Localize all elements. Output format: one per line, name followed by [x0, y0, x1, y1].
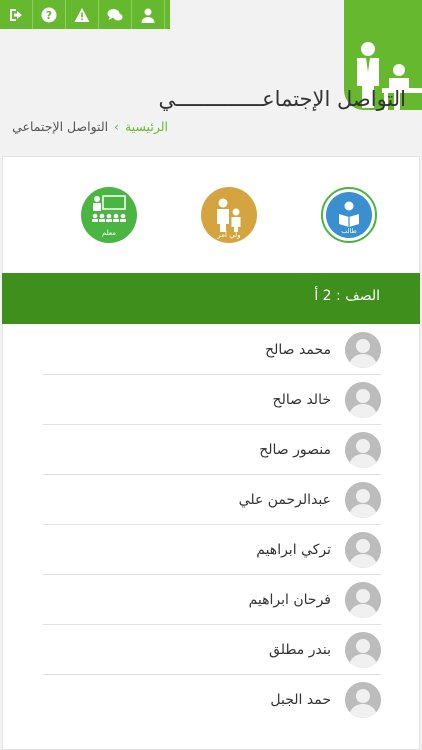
- user-icon: [141, 8, 155, 23]
- avatar: [345, 331, 381, 368]
- logout-button[interactable]: [0, 0, 33, 29]
- role-teacher-label: معلم: [102, 229, 116, 237]
- avatar-placeholder-icon: [345, 431, 381, 468]
- profile-button[interactable]: [132, 0, 165, 29]
- role-parent-button[interactable]: ولي أمر: [201, 187, 257, 243]
- parent-icon: ولي أمر: [201, 187, 257, 243]
- avatar-placeholder-icon: [345, 481, 381, 518]
- student-row[interactable]: خالد صالح: [43, 375, 381, 425]
- role-student-button[interactable]: طالب: [321, 187, 377, 243]
- breadcrumb-current: التواصل الإجتماعي: [12, 119, 109, 134]
- top-toolbar: ?: [0, 0, 170, 29]
- alert-button[interactable]: [66, 0, 99, 29]
- chat-icon: [107, 8, 123, 20]
- avatar-placeholder-icon: [345, 682, 381, 718]
- student-row[interactable]: فرحان ابراهيم: [43, 575, 381, 625]
- avatar-placeholder-icon: [345, 381, 381, 418]
- page-header: التواصل الإجتماعــــــــــــــي الرئيسية…: [0, 0, 422, 156]
- breadcrumb: الرئيسية › التواصل الإجتماعي: [12, 119, 168, 134]
- avatar: [345, 682, 381, 718]
- student-row[interactable]: منصور صالح: [43, 425, 381, 475]
- breadcrumb-chevron-icon: ›: [114, 119, 119, 134]
- student-row[interactable]: محمد صالح: [43, 325, 381, 375]
- student-row[interactable]: عبدالرحمن علي: [43, 475, 381, 525]
- role-parent-label: ولي أمر: [216, 230, 240, 239]
- role-student-label: طالب: [341, 227, 357, 235]
- student-row[interactable]: حمد الجبل: [43, 675, 381, 725]
- avatar-placeholder-icon: [345, 581, 381, 618]
- student-name: بندر مطلق: [269, 641, 331, 658]
- teacher-icon: معلم: [81, 187, 137, 243]
- student-name: حمد الجبل: [270, 692, 331, 708]
- avatar: [345, 531, 381, 568]
- student-icon: طالب: [321, 187, 377, 243]
- avatar-placeholder-icon: [345, 331, 381, 368]
- breadcrumb-home-link[interactable]: الرئيسية: [125, 119, 168, 134]
- student-name: فرحان ابراهيم: [248, 591, 331, 608]
- class-header: الصف : 2 أ: [2, 273, 420, 324]
- role-selector: طالب ولي أمر معلم: [3, 187, 419, 247]
- page-title: التواصل الإجتماعــــــــــــــي: [158, 87, 407, 111]
- avatar: [345, 431, 381, 468]
- avatar: [345, 631, 381, 668]
- student-name: منصور صالح: [259, 441, 331, 458]
- chat-button[interactable]: [99, 0, 132, 29]
- avatar: [345, 381, 381, 418]
- student-name: محمد صالح: [265, 341, 331, 358]
- student-row[interactable]: بندر مطلق: [43, 625, 381, 675]
- avatar-placeholder-icon: [345, 531, 381, 568]
- student-name: عبدالرحمن علي: [238, 491, 331, 508]
- avatar-placeholder-icon: [345, 631, 381, 668]
- alert-icon: [74, 7, 90, 22]
- avatar: [345, 581, 381, 618]
- avatar: [345, 481, 381, 518]
- help-button[interactable]: ?: [33, 0, 66, 29]
- content-panel: طالب ولي أمر معلم الصف: 2 أ محمد صالح خ…: [2, 156, 420, 750]
- role-teacher-button[interactable]: معلم: [81, 187, 137, 243]
- student-list: محمد صالح خالد صالح منصور صالح عبدالرحمن…: [43, 325, 381, 725]
- help-icon: ?: [41, 7, 57, 22]
- svg-text:?: ?: [46, 9, 52, 22]
- student-row[interactable]: تركي ابراهيم: [43, 525, 381, 575]
- student-name: خالد صالح: [272, 391, 331, 408]
- class-label: الصف : 2 أ: [314, 288, 380, 304]
- student-name: تركي ابراهيم: [256, 541, 331, 558]
- logout-icon: [10, 8, 22, 21]
